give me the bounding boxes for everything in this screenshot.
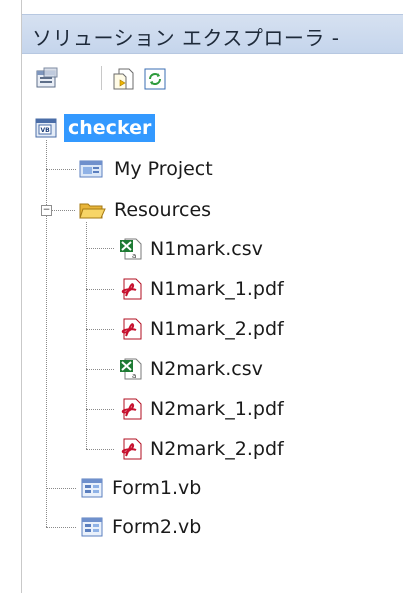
tree-node-form2[interactable]: Form2.vb bbox=[80, 509, 201, 545]
tree-node-form1[interactable]: Form1.vb bbox=[80, 470, 201, 506]
tree-line bbox=[86, 222, 87, 449]
tree-node-file[interactable]: N1mark_2.pdf bbox=[118, 311, 284, 347]
file-label: N2mark.csv bbox=[150, 358, 263, 380]
tree-node-file[interactable]: N2mark_2.pdf bbox=[118, 431, 284, 467]
file-label: N2mark_1.pdf bbox=[150, 398, 284, 420]
file-label: N1mark.csv bbox=[150, 238, 263, 260]
file-label: N2mark_2.pdf bbox=[150, 438, 284, 460]
file-label: N1mark_2.pdf bbox=[150, 318, 284, 340]
form-file-label: Form2.vb bbox=[112, 516, 202, 538]
svg-text:a: a bbox=[132, 252, 136, 260]
vb-project-icon: VB bbox=[35, 118, 57, 138]
form-file-icon bbox=[81, 478, 103, 498]
tree-node-file[interactable]: N1mark_1.pdf bbox=[118, 271, 284, 307]
tree-node-file[interactable]: a N1mark.csv bbox=[118, 231, 263, 267]
tree-line bbox=[86, 369, 114, 370]
tree-line bbox=[86, 329, 114, 330]
tree-node-file[interactable]: a N2mark.csv bbox=[118, 351, 263, 387]
root-node-label: checker bbox=[64, 114, 156, 142]
tree-line bbox=[86, 449, 114, 450]
my-project-icon bbox=[79, 160, 103, 178]
resources-label: Resources bbox=[114, 199, 212, 221]
tree-line bbox=[51, 210, 75, 211]
my-project-label: My Project bbox=[114, 158, 213, 180]
pdf-file-icon bbox=[121, 278, 142, 300]
pdf-file-icon bbox=[121, 438, 142, 460]
tree-node-resources[interactable]: Resources bbox=[78, 192, 211, 228]
tree-line bbox=[46, 140, 47, 527]
svg-text:a: a bbox=[132, 372, 136, 380]
tree-line bbox=[86, 409, 114, 410]
tree-line bbox=[46, 527, 76, 528]
form-file-icon bbox=[81, 517, 103, 537]
csv-file-icon: a bbox=[120, 358, 142, 380]
tree-node-root[interactable]: VB checker bbox=[34, 110, 156, 146]
pdf-file-icon bbox=[121, 398, 142, 420]
resources-expander[interactable]: − bbox=[41, 205, 52, 216]
tree-line bbox=[86, 248, 114, 249]
svg-text:VB: VB bbox=[41, 127, 51, 134]
tree-line bbox=[86, 289, 114, 290]
tree-node-my-project[interactable]: My Project bbox=[78, 151, 213, 187]
tree-line bbox=[46, 488, 76, 489]
solution-tree: VB checker My Project − Resources a N1ma… bbox=[0, 0, 403, 593]
form-file-label: Form1.vb bbox=[112, 477, 202, 499]
file-label: N1mark_1.pdf bbox=[150, 278, 284, 300]
tree-node-file[interactable]: N2mark_1.pdf bbox=[118, 391, 284, 427]
folder-open-icon bbox=[79, 203, 106, 219]
pdf-file-icon bbox=[121, 318, 142, 340]
csv-file-icon: a bbox=[120, 238, 142, 260]
tree-line bbox=[46, 169, 76, 170]
